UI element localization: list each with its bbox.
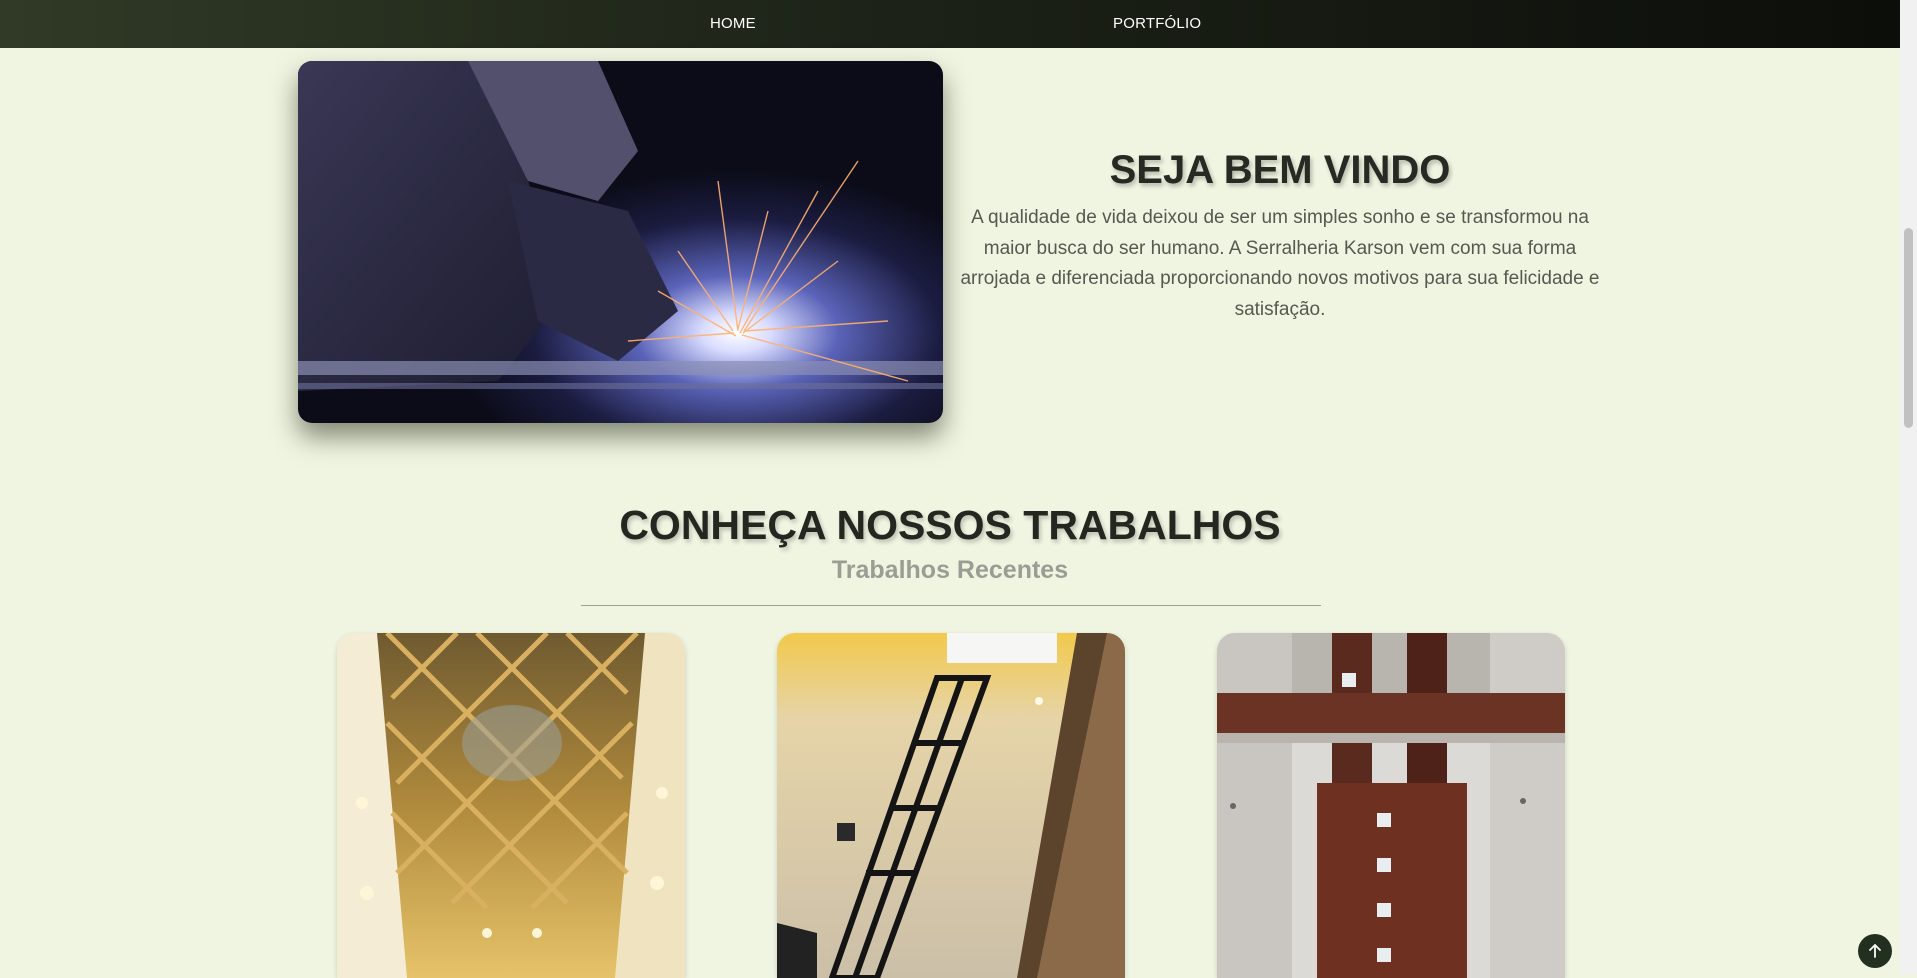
nav-portfolio-link[interactable]: PORTFÓLIO (1113, 0, 1201, 48)
nav-home-link[interactable]: HOME (710, 0, 756, 48)
arrow-up-icon (1869, 944, 1881, 958)
works-section-subtitle: Trabalhos Recentes (831, 556, 1069, 584)
mirror-ceiling-photo-icon (337, 633, 685, 978)
work-card-shower-door[interactable] (777, 633, 1125, 978)
section-divider (581, 605, 1321, 606)
works-section-title: CONHEÇA NOSSOS TRABALHOS (619, 502, 1281, 548)
back-to-top-button[interactable] (1858, 934, 1892, 968)
welding-photo-icon (298, 61, 943, 423)
work-card-steel-door[interactable] (1217, 633, 1565, 978)
welding-image (298, 61, 943, 423)
corten-steel-door-photo-icon (1217, 633, 1565, 978)
work-card-mirror-ceiling[interactable] (337, 633, 685, 978)
top-navbar: HOME PORTFÓLIO (0, 0, 1900, 48)
glass-shower-door-photo-icon (777, 633, 1125, 978)
page-scrollbar[interactable] (1900, 0, 1917, 974)
welcome-title: SEJA BEM VINDO (1109, 148, 1451, 192)
welcome-paragraph: A qualidade de vida deixou de ser um sim… (960, 207, 1600, 320)
scrollbar-thumb[interactable] (1904, 228, 1913, 428)
